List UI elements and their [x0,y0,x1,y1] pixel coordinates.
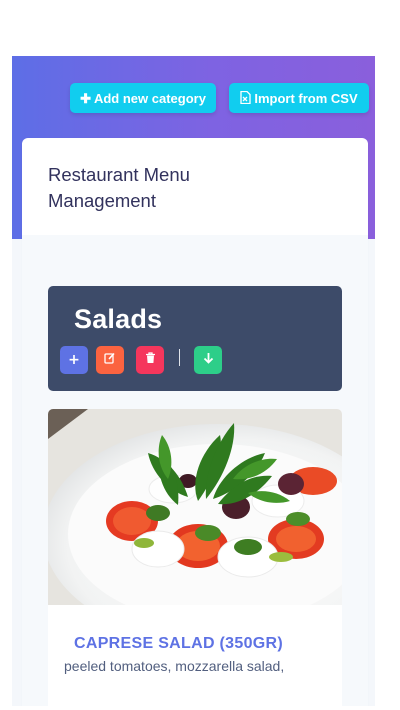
item-description: peeled tomatoes, mozzarella salad, [64,658,285,674]
delete-category-button[interactable] [136,346,164,374]
move-down-button[interactable] [194,346,222,374]
arrow-down-icon [203,352,214,368]
edit-category-button[interactable] [96,346,124,374]
page-title: Restaurant Menu Management [48,164,190,211]
add-category-label: Add new category [93,90,206,106]
import-csv-label: Import from CSV [254,90,358,106]
plus-icon: + [68,352,80,368]
card-body: Salads + CAPRESE SALAD (350GR) peeled to… [22,235,368,706]
menu-item-card[interactable]: CAPRESE SALAD (350GR) peeled tomatoes, m… [48,409,342,706]
edit-icon [104,352,116,368]
trash-icon [145,352,156,368]
page-frame: ✚ Add new category Import from CSV Resta… [12,56,375,706]
divider [179,349,180,366]
category-header: Salads + [48,286,342,391]
item-photo [48,409,342,605]
menu-card: Restaurant Menu Management Salads + CAPR… [22,138,368,706]
add-item-button[interactable]: + [60,346,88,374]
add-category-button[interactable]: ✚ Add new category [70,83,216,113]
item-name[interactable]: CAPRESE SALAD (350GR) [74,635,283,653]
plus-icon: ✚ [80,90,91,106]
import-csv-button[interactable]: Import from CSV [229,83,369,113]
file-csv-icon [240,90,251,106]
card-header: Restaurant Menu Management [22,138,368,236]
category-name: Salads [74,304,163,334]
